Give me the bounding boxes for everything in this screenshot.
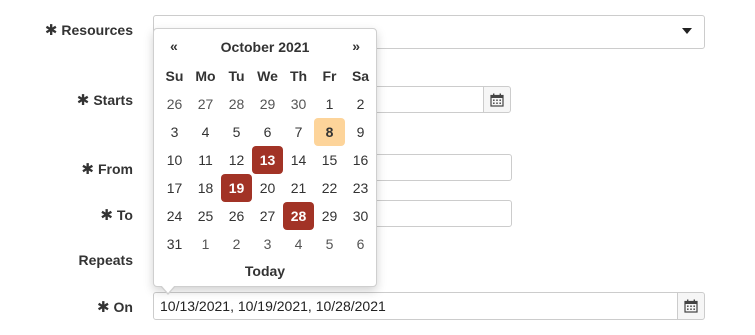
calendar-icon [684, 299, 698, 313]
weekday-header: Fr [322, 68, 337, 84]
to-label: ✱ To [100, 207, 133, 224]
calendar-day[interactable]: 5 [314, 230, 345, 258]
calendar-day[interactable]: 6 [345, 230, 376, 258]
calendar-day[interactable]: 4 [190, 118, 221, 146]
calendar-day[interactable]: 25 [190, 202, 221, 230]
calendar-day[interactable]: 23 [345, 174, 376, 202]
calendar-day[interactable]: 20 [252, 174, 283, 202]
calendar-day[interactable]: 6 [252, 118, 283, 146]
today-button[interactable]: Today [154, 263, 376, 279]
repeats-label: Repeats [78, 252, 133, 268]
weekday-header: Mo [195, 68, 216, 84]
resources-label: ✱ Resources [44, 22, 133, 39]
calendar-day[interactable]: 26 [221, 202, 252, 230]
required-marker: ✱ [44, 22, 58, 39]
calendar-day[interactable]: 9 [345, 118, 376, 146]
calendar-day[interactable]: 15 [314, 146, 345, 174]
calendar-day[interactable]: 27 [252, 202, 283, 230]
required-marker: ✱ [96, 299, 110, 316]
starts-calendar-button[interactable] [483, 86, 511, 113]
from-label: ✱ From [81, 161, 133, 178]
calendar-day[interactable]: 21 [283, 174, 314, 202]
calendar-day[interactable]: 8 [314, 118, 345, 146]
calendar-day[interactable]: 5 [221, 118, 252, 146]
calendar-day[interactable]: 1 [314, 90, 345, 118]
weekday-header: We [257, 68, 278, 84]
calendar-day[interactable]: 19 [221, 174, 252, 202]
calendar-day[interactable]: 18 [190, 174, 221, 202]
on-dates-value: 10/13/2021, 10/19/2021, 10/28/2021 [160, 298, 386, 314]
starts-label: ✱ Starts [76, 92, 133, 109]
datepicker-pointer [160, 285, 176, 295]
required-marker: ✱ [76, 92, 90, 109]
calendar-day[interactable]: 11 [190, 146, 221, 174]
datepicker-month-title[interactable]: October 2021 [154, 39, 376, 55]
calendar-day[interactable]: 13 [252, 146, 283, 174]
calendar-day[interactable]: 3 [159, 118, 190, 146]
calendar-day[interactable]: 26 [159, 90, 190, 118]
calendar-day[interactable]: 30 [283, 90, 314, 118]
calendar-day[interactable]: 2 [221, 230, 252, 258]
calendar-day[interactable]: 3 [252, 230, 283, 258]
calendar-day[interactable]: 1 [190, 230, 221, 258]
datepicker-grid: Su Mo Tu We Th Fr Sa 26 27 28 29 30 1 2 3 4 5 6 7 8 9 10 11 12 1… [159, 62, 376, 258]
weekday-header: Su [165, 68, 184, 84]
datepicker-popup: « October 2021 » Su Mo Tu We Th Fr Sa 26 27 28 29 3… [153, 28, 377, 295]
calendar-day[interactable]: 29 [314, 202, 345, 230]
on-dates-input[interactable]: 10/13/2021, 10/19/2021, 10/28/2021 [153, 292, 678, 320]
calendar-day[interactable]: 22 [314, 174, 345, 202]
required-marker: ✱ [81, 161, 94, 178]
calendar-day[interactable]: 27 [190, 90, 221, 118]
calendar-day[interactable]: 7 [283, 118, 314, 146]
calendar-day[interactable]: 28 [221, 90, 252, 118]
calendar-day[interactable]: 14 [283, 146, 314, 174]
calendar-day[interactable]: 12 [221, 146, 252, 174]
calendar-day[interactable]: 2 [345, 90, 376, 118]
calendar-day[interactable]: 10 [159, 146, 190, 174]
calendar-day[interactable]: 4 [283, 230, 314, 258]
required-marker: ✱ [100, 207, 113, 224]
calendar-day[interactable]: 29 [252, 90, 283, 118]
calendar-day[interactable]: 17 [159, 174, 190, 202]
next-month-button[interactable]: » [352, 38, 360, 54]
chevron-down-icon [682, 28, 692, 34]
weekday-header: Tu [228, 68, 245, 84]
calendar-day[interactable]: 31 [159, 230, 190, 258]
weekday-header: Sa [351, 68, 370, 84]
on-calendar-button[interactable] [677, 292, 705, 320]
calendar-icon [490, 93, 504, 107]
weekday-header: Th [289, 68, 308, 84]
calendar-day[interactable]: 24 [159, 202, 190, 230]
on-label: ✱ On [96, 299, 133, 316]
calendar-day[interactable]: 30 [345, 202, 376, 230]
calendar-day[interactable]: 16 [345, 146, 376, 174]
calendar-day[interactable]: 28 [283, 202, 314, 230]
